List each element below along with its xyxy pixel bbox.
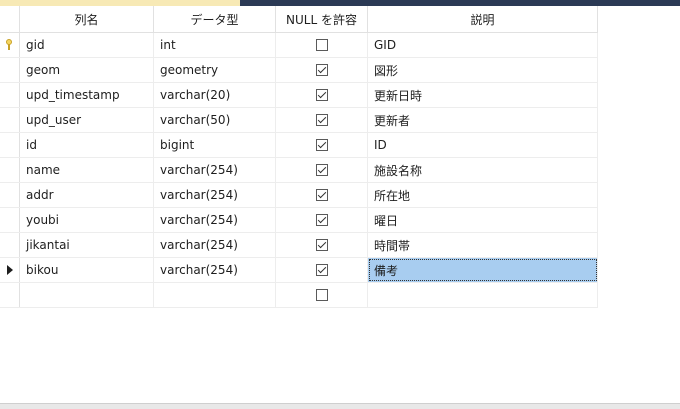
column-name-cell[interactable]: id xyxy=(20,133,154,157)
data-type-cell[interactable]: geometry xyxy=(154,58,276,82)
header-data-type[interactable]: データ型 xyxy=(154,6,276,32)
column-name-cell[interactable]: upd_user xyxy=(20,108,154,132)
row-selector[interactable] xyxy=(0,83,20,107)
allow-null-cell[interactable] xyxy=(276,208,368,232)
description-cell[interactable] xyxy=(368,283,598,307)
column-name-cell[interactable]: jikantai xyxy=(20,233,154,257)
description-cell[interactable]: 施設名称 xyxy=(368,158,598,182)
allow-null-checkbox[interactable] xyxy=(315,89,328,101)
row-selector[interactable] xyxy=(0,33,20,57)
header-corner[interactable] xyxy=(0,6,20,32)
allow-null-checkbox[interactable] xyxy=(315,114,328,126)
row-selector[interactable] xyxy=(0,258,20,282)
grid-header: 列名 データ型 NULL を許容 説明 xyxy=(0,6,598,33)
data-type-cell[interactable]: varchar(254) xyxy=(154,233,276,257)
table-row[interactable]: youbi varchar(254) 曜日 xyxy=(0,208,598,233)
allow-null-cell[interactable] xyxy=(276,33,368,57)
table-row[interactable]: id bigint ID xyxy=(0,133,598,158)
column-name-cell[interactable]: gid xyxy=(20,33,154,57)
data-type-cell[interactable]: varchar(254) xyxy=(154,208,276,232)
column-name-cell[interactable]: name xyxy=(20,158,154,182)
allow-null-checkbox[interactable] xyxy=(315,214,328,226)
row-selector[interactable] xyxy=(0,283,20,307)
table-row-new[interactable] xyxy=(0,283,598,308)
description-cell[interactable]: 時間帯 xyxy=(368,233,598,257)
data-type-cell[interactable]: bigint xyxy=(154,133,276,157)
data-type-cell[interactable]: varchar(20) xyxy=(154,83,276,107)
allow-null-checkbox[interactable] xyxy=(315,39,328,51)
description-cell-selected[interactable]: 備考 xyxy=(368,258,598,282)
data-type-cell[interactable] xyxy=(154,283,276,307)
allow-null-checkbox[interactable] xyxy=(315,164,328,176)
allow-null-checkbox[interactable] xyxy=(315,264,328,276)
column-name-cell[interactable]: upd_timestamp xyxy=(20,83,154,107)
column-grid: 列名 データ型 NULL を許容 説明 gid int GID geom geo… xyxy=(0,6,598,308)
allow-null-cell[interactable] xyxy=(276,58,368,82)
header-description[interactable]: 説明 xyxy=(368,6,598,32)
row-arrow-icon xyxy=(6,265,13,275)
header-allow-null[interactable]: NULL を許容 xyxy=(276,6,368,32)
description-cell[interactable]: 更新日時 xyxy=(368,83,598,107)
table-row[interactable]: addr varchar(254) 所在地 xyxy=(0,183,598,208)
description-cell[interactable]: 更新者 xyxy=(368,108,598,132)
table-row[interactable]: geom geometry 図形 xyxy=(0,58,598,83)
allow-null-checkbox[interactable] xyxy=(315,139,328,151)
allow-null-cell[interactable] xyxy=(276,283,368,307)
allow-null-cell[interactable] xyxy=(276,83,368,107)
row-selector[interactable] xyxy=(0,233,20,257)
row-selector[interactable] xyxy=(0,183,20,207)
allow-null-cell[interactable] xyxy=(276,183,368,207)
allow-null-checkbox[interactable] xyxy=(315,64,328,76)
row-selector[interactable] xyxy=(0,133,20,157)
allow-null-cell[interactable] xyxy=(276,233,368,257)
column-name-cell[interactable] xyxy=(20,283,154,307)
description-cell[interactable]: 所在地 xyxy=(368,183,598,207)
table-row[interactable]: jikantai varchar(254) 時間帯 xyxy=(0,233,598,258)
table-row-current[interactable]: bikou varchar(254) 備考 xyxy=(0,258,598,283)
column-name-cell[interactable]: addr xyxy=(20,183,154,207)
table-row[interactable]: name varchar(254) 施設名称 xyxy=(0,158,598,183)
row-selector[interactable] xyxy=(0,58,20,82)
header-column-name[interactable]: 列名 xyxy=(20,6,154,32)
data-type-cell[interactable]: varchar(254) xyxy=(154,258,276,282)
allow-null-checkbox[interactable] xyxy=(315,189,328,201)
data-type-cell[interactable]: varchar(50) xyxy=(154,108,276,132)
allow-null-checkbox[interactable] xyxy=(315,239,328,251)
row-selector[interactable] xyxy=(0,208,20,232)
table-row[interactable]: upd_timestamp varchar(20) 更新日時 xyxy=(0,83,598,108)
row-selector[interactable] xyxy=(0,158,20,182)
description-cell[interactable]: 曜日 xyxy=(368,208,598,232)
bottom-divider xyxy=(0,403,680,409)
allow-null-cell[interactable] xyxy=(276,258,368,282)
allow-null-checkbox[interactable] xyxy=(315,289,328,301)
description-cell[interactable]: GID xyxy=(368,33,598,57)
allow-null-cell[interactable] xyxy=(276,158,368,182)
description-cell[interactable]: 図形 xyxy=(368,58,598,82)
allow-null-cell[interactable] xyxy=(276,133,368,157)
column-name-cell[interactable]: youbi xyxy=(20,208,154,232)
data-type-cell[interactable]: varchar(254) xyxy=(154,183,276,207)
column-name-cell[interactable]: geom xyxy=(20,58,154,82)
data-type-cell[interactable]: varchar(254) xyxy=(154,158,276,182)
row-selector[interactable] xyxy=(0,108,20,132)
table-row[interactable]: upd_user varchar(50) 更新者 xyxy=(0,108,598,133)
allow-null-cell[interactable] xyxy=(276,108,368,132)
description-cell[interactable]: ID xyxy=(368,133,598,157)
key-icon xyxy=(5,39,14,51)
data-type-cell[interactable]: int xyxy=(154,33,276,57)
column-name-cell[interactable]: bikou xyxy=(20,258,154,282)
table-row[interactable]: gid int GID xyxy=(0,33,598,58)
